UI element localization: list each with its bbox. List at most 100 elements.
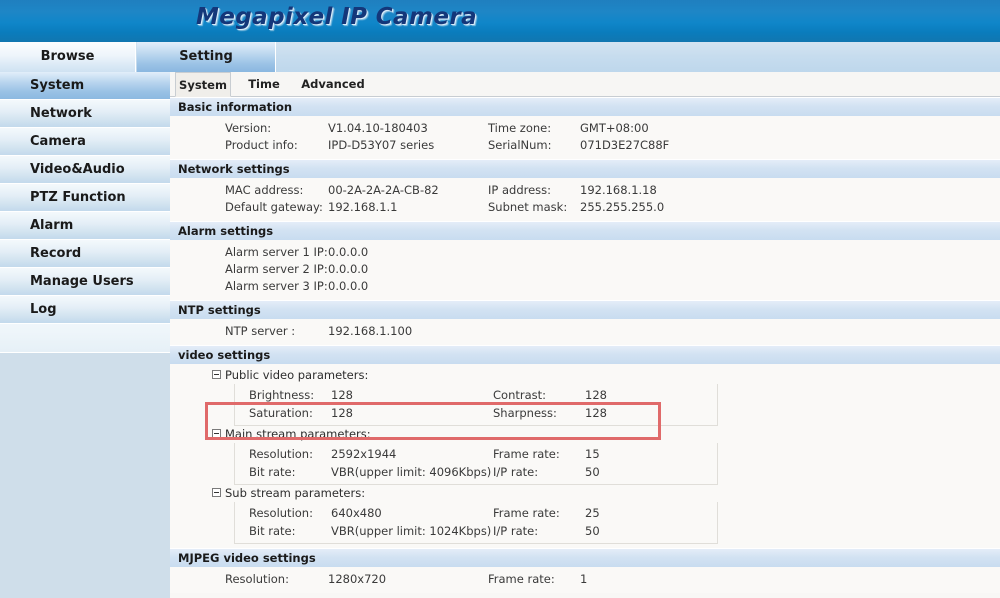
- sidebar-item-log[interactable]: Log: [0, 296, 170, 324]
- sidebar: System Network Camera Video&Audio PTZ Fu…: [0, 72, 170, 598]
- section-header-ntp-settings: NTP settings: [170, 300, 1000, 319]
- page-title: Megapixel IP Camera: [196, 4, 477, 30]
- field-value: GMT+08:00: [580, 121, 649, 135]
- field-value: 192.168.1.18: [580, 183, 657, 197]
- field-value: 0.0.0.0: [328, 245, 369, 259]
- field-label: Bit rate:: [249, 465, 296, 479]
- field-label: MAC address:: [225, 183, 304, 197]
- table-row: Resolution: 640x480 Frame rate: 25: [235, 504, 717, 522]
- field-value: 50: [585, 465, 600, 479]
- tree-node-sub-stream-parameters[interactable]: Sub stream parameters:: [170, 485, 1000, 502]
- content-pane: System Time Advanced Basic information V…: [170, 72, 1000, 598]
- field-value: 1: [580, 572, 588, 586]
- table-row: Resolution: 2592x1944 Frame rate: 15: [235, 445, 717, 463]
- field-value: 50: [585, 524, 600, 538]
- subtab-advanced[interactable]: Advanced: [297, 72, 369, 96]
- field-label: Product info:: [225, 138, 298, 152]
- table-row: Alarm server 3 IP: 0.0.0.0: [170, 278, 1000, 295]
- sidebar-item-network[interactable]: Network: [0, 100, 170, 128]
- field-value: 0.0.0.0: [328, 279, 369, 293]
- tree-node-label: Main stream parameters:: [225, 427, 371, 441]
- sidebar-item-alarm[interactable]: Alarm: [0, 212, 170, 240]
- field-label: NTP server :: [225, 324, 296, 338]
- field-label: Frame rate:: [488, 572, 555, 586]
- field-value: 128: [331, 406, 353, 420]
- sidebar-item-ptz-function[interactable]: PTZ Function: [0, 184, 170, 212]
- section-body-mjpeg-video-settings: Resolution: 1280x720 Frame rate: 1: [170, 567, 1000, 593]
- table-row: NTP server : 192.168.1.100: [170, 323, 1000, 340]
- field-value: 192.168.1.100: [328, 324, 413, 338]
- subtab-time[interactable]: Time: [236, 72, 292, 96]
- sidebar-item-record[interactable]: Record: [0, 240, 170, 268]
- table-row: MAC address: 00-2A-2A-2A-CB-82 IP addres…: [170, 182, 1000, 199]
- sidebar-item-camera[interactable]: Camera: [0, 128, 170, 156]
- section-header-mjpeg-video-settings: MJPEG video settings: [170, 548, 1000, 567]
- sub-tab-bar: System Time Advanced: [170, 72, 1000, 97]
- tree-node-label: Sub stream parameters:: [225, 486, 366, 500]
- field-label: IP address:: [488, 183, 552, 197]
- tree-box-public-video-parameters: Brightness: 128 Contrast: 128 Saturation…: [234, 384, 718, 426]
- field-value: 128: [331, 388, 353, 402]
- sidebar-item-manage-users[interactable]: Manage Users: [0, 268, 170, 296]
- table-row: Resolution: 1280x720 Frame rate: 1: [170, 571, 1000, 588]
- field-label: Frame rate:: [493, 447, 560, 461]
- field-value: V1.04.10-180403: [328, 121, 428, 135]
- tree-node-main-stream-parameters[interactable]: Main stream parameters:: [170, 426, 1000, 443]
- field-label: Alarm server 1 IP:: [225, 245, 328, 259]
- field-value: 2592x1944: [331, 447, 397, 461]
- camera-web-ui: Megapixel IP Camera Browse Setting Syste…: [0, 0, 1000, 598]
- tree-node-public-video-parameters[interactable]: Public video parameters:: [170, 367, 1000, 384]
- field-value: IPD-D53Y07 series: [328, 138, 435, 152]
- section-body-network-settings: MAC address: 00-2A-2A-2A-CB-82 IP addres…: [170, 178, 1000, 221]
- field-value: 25: [585, 506, 600, 520]
- section-header-video-settings: video settings: [170, 345, 1000, 364]
- table-row: Alarm server 2 IP: 0.0.0.0: [170, 261, 1000, 278]
- field-value: 00-2A-2A-2A-CB-82: [328, 183, 439, 197]
- field-label: Resolution:: [225, 572, 289, 586]
- field-value: 0.0.0.0: [328, 262, 369, 276]
- field-label: I/P rate:: [493, 524, 539, 538]
- tree-box-main-stream-parameters: Resolution: 2592x1944 Frame rate: 15 Bit…: [234, 443, 718, 485]
- field-value: 15: [585, 447, 600, 461]
- field-value: VBR(upper limit: 4096Kbps): [331, 465, 492, 479]
- tab-setting[interactable]: Setting: [137, 42, 276, 72]
- tree-box-sub-stream-parameters: Resolution: 640x480 Frame rate: 25 Bit r…: [234, 502, 718, 544]
- field-label: Version:: [225, 121, 272, 135]
- section-header-alarm-settings: Alarm settings: [170, 221, 1000, 240]
- sidebar-filler: [0, 324, 170, 353]
- tab-browse[interactable]: Browse: [0, 42, 136, 72]
- section-header-basic-information: Basic information: [170, 97, 1000, 116]
- field-label: Frame rate:: [493, 506, 560, 520]
- field-value: 640x480: [331, 506, 382, 520]
- field-label: Alarm server 2 IP:: [225, 262, 328, 276]
- subtab-system[interactable]: System: [175, 72, 231, 97]
- section-body-video-settings: Public video parameters: Brightness: 128…: [170, 364, 1000, 548]
- field-label: Contrast:: [493, 388, 547, 402]
- field-label: Subnet mask:: [488, 200, 568, 214]
- field-value: 1280x720: [328, 572, 387, 586]
- table-row: Brightness: 128 Contrast: 128: [235, 386, 717, 404]
- field-label: Saturation:: [249, 406, 313, 420]
- field-label: I/P rate:: [493, 465, 539, 479]
- top-tab-bar: Browse Setting: [0, 42, 1000, 72]
- sidebar-item-video-audio[interactable]: Video&Audio: [0, 156, 170, 184]
- field-label: Default gateway:: [225, 200, 323, 214]
- minus-box-icon[interactable]: [212, 370, 221, 379]
- field-label: Sharpness:: [493, 406, 557, 420]
- minus-box-icon[interactable]: [212, 488, 221, 497]
- tree-node-label: Public video parameters:: [225, 368, 369, 382]
- sidebar-item-system[interactable]: System: [0, 72, 170, 100]
- field-label: Brightness:: [249, 388, 315, 402]
- field-value: 071D3E27C88F: [580, 138, 670, 152]
- section-body-ntp-settings: NTP server : 192.168.1.100: [170, 319, 1000, 345]
- field-value: VBR(upper limit: 1024Kbps): [331, 524, 492, 538]
- field-value: 255.255.255.0: [580, 200, 665, 214]
- field-label: Bit rate:: [249, 524, 296, 538]
- field-value: 128: [585, 388, 607, 402]
- minus-box-icon[interactable]: [212, 429, 221, 438]
- header-banner: Megapixel IP Camera: [0, 0, 1000, 42]
- field-label: Alarm server 3 IP:: [225, 279, 328, 293]
- section-body-basic-information: Version: V1.04.10-180403 Time zone: GMT+…: [170, 116, 1000, 159]
- field-value: 128: [585, 406, 607, 420]
- table-row: Default gateway: 192.168.1.1 Subnet mask…: [170, 199, 1000, 216]
